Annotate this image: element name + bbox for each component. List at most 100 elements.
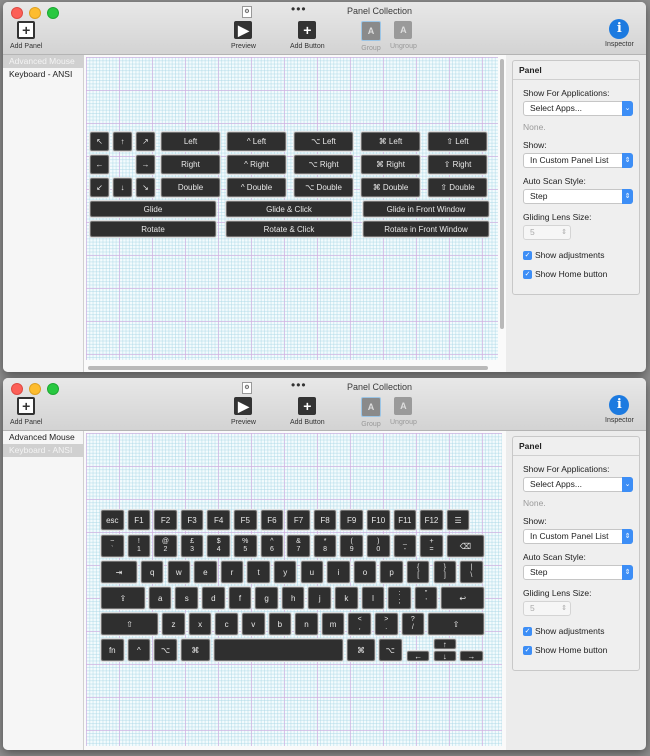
mouse-click-button[interactable]: ⌥ Left bbox=[294, 132, 353, 151]
more-icon[interactable]: ••• bbox=[291, 2, 307, 16]
letter-key[interactable]: a bbox=[148, 587, 172, 609]
letter-key[interactable]: c bbox=[215, 613, 238, 635]
lens-size-stepper[interactable]: 5 ⇕ bbox=[523, 601, 571, 616]
function-key[interactable]: F7 bbox=[287, 510, 310, 530]
letter-key[interactable]: z bbox=[162, 613, 185, 635]
arrow-key-button[interactable]: ↓ bbox=[113, 178, 132, 197]
function-key[interactable]: F10 bbox=[367, 510, 390, 530]
number-key[interactable]: (9 bbox=[340, 535, 363, 557]
return-key[interactable]: ↩ bbox=[441, 587, 485, 609]
letter-key[interactable]: }] bbox=[433, 561, 457, 583]
letter-key[interactable]: t bbox=[247, 561, 270, 583]
arrow-key-button[interactable]: → bbox=[136, 155, 155, 174]
mouse-click-button[interactable]: Left bbox=[161, 132, 220, 151]
add-button-button[interactable]: + Add Button bbox=[290, 21, 325, 50]
show-adjustments-checkbox[interactable]: ✓ Show adjustments bbox=[523, 250, 633, 260]
letter-key[interactable]: l bbox=[361, 587, 385, 609]
left-command-key[interactable]: ⌘ bbox=[180, 639, 211, 661]
ungroup-button[interactable]: A Ungroup bbox=[390, 397, 417, 426]
letter-key[interactable]: v bbox=[241, 613, 265, 635]
mouse-action-button[interactable]: Glide in Front Window bbox=[363, 201, 489, 217]
letter-key[interactable]: y bbox=[273, 561, 297, 583]
up-arrow-key[interactable]: ↑ bbox=[433, 639, 457, 649]
close-button[interactable] bbox=[11, 7, 23, 19]
minimize-button[interactable] bbox=[29, 383, 41, 395]
arrow-key-button[interactable]: ↙ bbox=[90, 178, 109, 197]
function-key[interactable]: F12 bbox=[420, 510, 443, 530]
group-button[interactable]: A Group bbox=[361, 21, 381, 52]
letter-key[interactable]: ? / bbox=[401, 613, 425, 635]
function-key[interactable]: F8 bbox=[313, 510, 337, 530]
mouse-click-button[interactable]: ⌘ Right bbox=[361, 155, 420, 174]
function-key[interactable]: F3 bbox=[180, 510, 204, 530]
mouse-click-button[interactable]: ^ Double bbox=[227, 178, 286, 197]
show-popup[interactable]: In Custom Panel List ⇕ bbox=[523, 529, 633, 544]
mouse-click-button[interactable]: ⇧ Right bbox=[428, 155, 487, 174]
arrow-key-button[interactable]: ↖ bbox=[90, 132, 109, 151]
add-button-button[interactable]: + Add Button bbox=[290, 397, 325, 426]
show-popup[interactable]: In Custom Panel List ⇕ bbox=[523, 153, 633, 168]
letter-key[interactable]: i bbox=[327, 561, 350, 583]
letter-key[interactable]: m bbox=[321, 613, 345, 635]
left-option-key[interactable]: ⌥ bbox=[154, 639, 177, 661]
number-key[interactable]: ~ ` bbox=[101, 535, 124, 557]
mouse-action-button[interactable]: Glide bbox=[90, 201, 216, 217]
vertical-scrollbar[interactable] bbox=[500, 59, 504, 329]
number-key[interactable]: + = bbox=[420, 535, 443, 557]
letter-key[interactable]: x bbox=[188, 613, 212, 635]
letter-key[interactable]: h bbox=[281, 587, 305, 609]
letter-key[interactable]: d bbox=[202, 587, 225, 609]
letter-key[interactable]: j bbox=[308, 587, 332, 609]
mouse-click-button[interactable]: ⇧ Left bbox=[428, 132, 487, 151]
arrow-key-button[interactable]: ← bbox=[90, 155, 109, 174]
letter-key[interactable]: r bbox=[220, 561, 244, 583]
group-button[interactable]: A Group bbox=[361, 397, 381, 428]
letter-key[interactable]: f bbox=[228, 587, 252, 609]
mouse-click-button[interactable]: ⇧ Double bbox=[428, 178, 487, 197]
letter-key[interactable]: " ' bbox=[414, 587, 438, 609]
control-key[interactable]: ^ bbox=[127, 639, 151, 661]
letter-key[interactable]: n bbox=[295, 613, 318, 635]
inspector-button[interactable]: i Inspector bbox=[605, 19, 634, 48]
number-key[interactable]: @2 bbox=[154, 535, 177, 557]
mouse-action-button[interactable]: Glide & Click bbox=[226, 201, 352, 217]
number-key[interactable]: ) 0 bbox=[367, 535, 390, 557]
show-adjustments-checkbox[interactable]: ✓ Show adjustments bbox=[523, 626, 633, 636]
caps-lock-key[interactable]: ⇪ bbox=[101, 587, 145, 609]
letter-key[interactable]: :; bbox=[388, 587, 411, 609]
mouse-click-button[interactable]: ^ Left bbox=[227, 132, 286, 151]
sidebar-item-keyboard-ansi[interactable]: Keyboard - ANSI bbox=[3, 68, 83, 81]
number-key[interactable]: £3 bbox=[180, 535, 204, 557]
letter-key[interactable]: >. bbox=[374, 613, 398, 635]
left-arrow-key[interactable]: ← bbox=[406, 651, 430, 661]
horizontal-scrollbar[interactable] bbox=[88, 366, 488, 370]
mouse-click-button[interactable]: Double bbox=[161, 178, 220, 197]
mouse-click-button[interactable]: ⌥ Double bbox=[294, 178, 353, 197]
letter-key[interactable]: {[ bbox=[406, 561, 430, 583]
mouse-click-button[interactable]: Right bbox=[161, 155, 220, 174]
letter-key[interactable]: w bbox=[167, 561, 191, 583]
mouse-click-button[interactable]: ⌥ Right bbox=[294, 155, 353, 174]
preview-button[interactable]: ▶ Preview bbox=[231, 21, 256, 50]
sidebar-item-advanced-mouse[interactable]: Advanced Mouse bbox=[3, 431, 83, 444]
inspector-button[interactable]: i Inspector bbox=[605, 395, 634, 424]
right-arrow-key[interactable]: → bbox=[460, 651, 483, 661]
function-key[interactable]: ☰ bbox=[446, 510, 470, 530]
number-key[interactable]: ^ 6 bbox=[260, 535, 284, 557]
number-key[interactable]: ! 1 bbox=[127, 535, 151, 557]
more-icon[interactable]: ••• bbox=[291, 378, 307, 392]
letter-key[interactable]: <, bbox=[348, 613, 371, 635]
close-button[interactable] bbox=[11, 383, 23, 395]
function-key[interactable]: F2 bbox=[154, 510, 177, 530]
add-panel-button[interactable]: + Add Panel bbox=[10, 21, 42, 50]
letter-key[interactable]: o bbox=[353, 561, 377, 583]
mouse-click-button[interactable]: ⌘ Double bbox=[361, 178, 420, 197]
arrow-key-button[interactable]: ↗ bbox=[136, 132, 155, 151]
tab-key[interactable]: ⇥ bbox=[101, 561, 137, 583]
number-key[interactable]: * 8 bbox=[313, 535, 337, 557]
ungroup-button[interactable]: A Ungroup bbox=[390, 21, 417, 50]
function-key[interactable]: F6 bbox=[260, 510, 284, 530]
function-key[interactable]: F11 bbox=[393, 510, 417, 530]
right-shift-key[interactable]: ⇧ bbox=[428, 613, 485, 635]
number-key[interactable]: _ - bbox=[393, 535, 417, 557]
